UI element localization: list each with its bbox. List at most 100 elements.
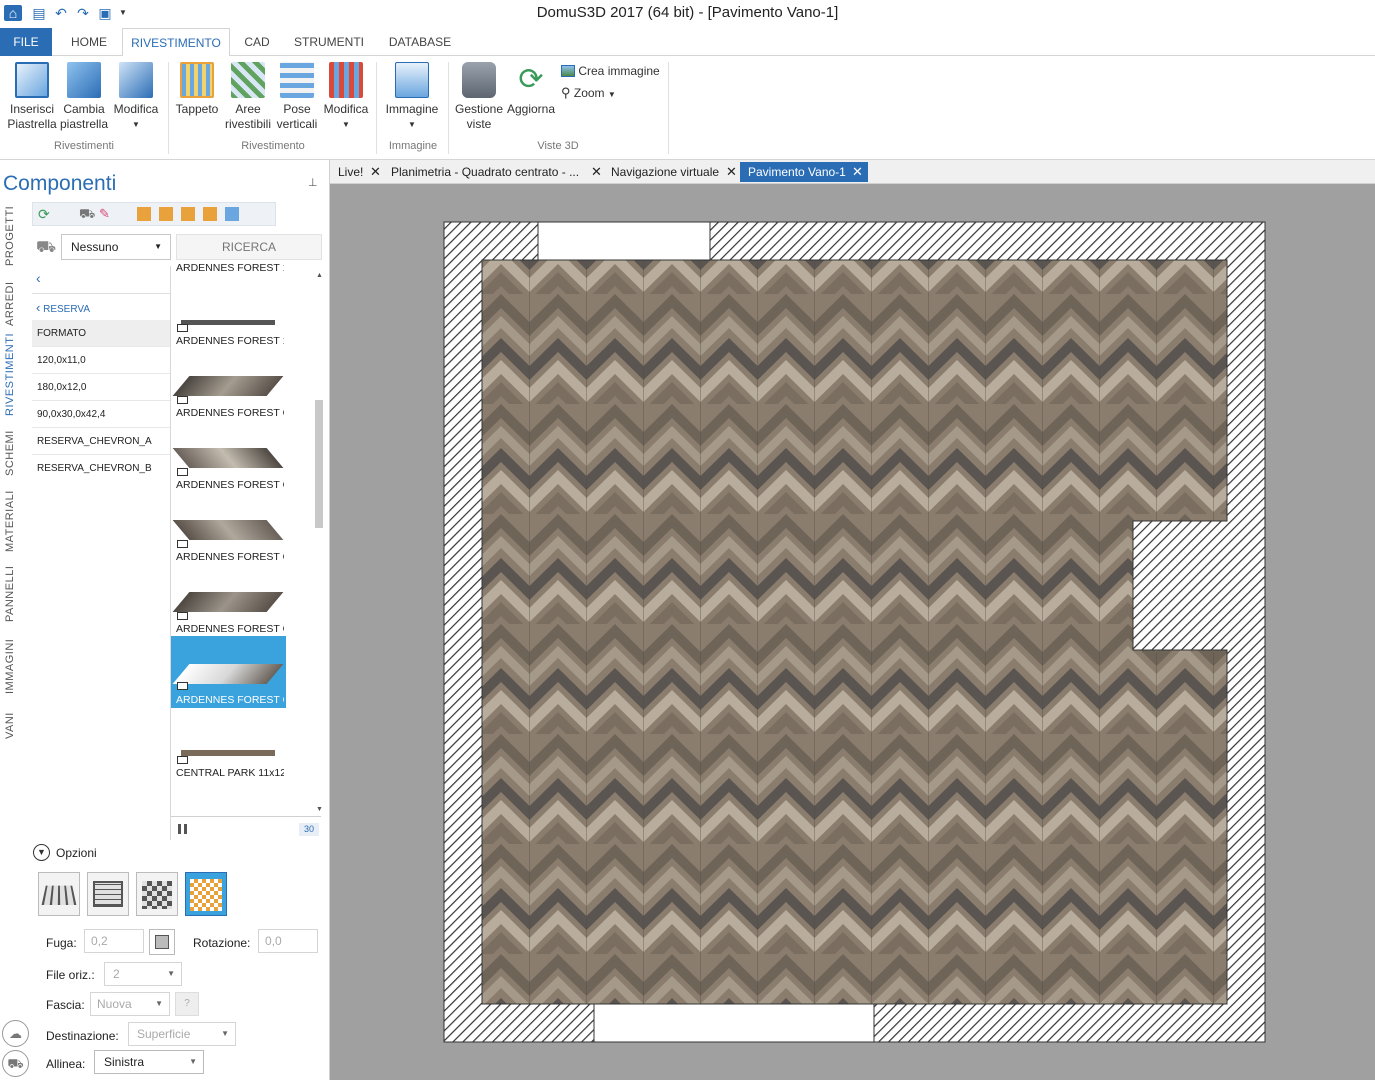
room-layout-option[interactable] [87, 872, 129, 916]
aree-rivestibili-button[interactable]: Aree rivestibili [222, 60, 274, 132]
doc-tab-planimetria[interactable]: Planimetria - Quadrato centrato - ... ✕ [383, 162, 603, 182]
crea-immagine-button[interactable]: Crea immagine [561, 62, 660, 80]
panel-title: Componenti [3, 172, 117, 195]
eraser-icon[interactable]: ✎ [99, 206, 110, 222]
chevron-down-icon: ▼ [408, 120, 416, 129]
zoom-button[interactable]: ⚲ Zoom ▼ [561, 84, 616, 102]
list-item[interactable]: 180,0x12,0 [32, 374, 170, 401]
tile-thumb[interactable]: ARDENNES FOREST C [171, 356, 286, 428]
tab-file[interactable]: FILE [0, 28, 52, 56]
destinazione-select[interactable]: Superficie ▼ [128, 1022, 236, 1046]
scroll-up-icon[interactable]: ▲ [316, 272, 323, 279]
tile-tool-icon[interactable] [137, 207, 151, 221]
close-icon[interactable]: ✕ [726, 162, 737, 182]
vtab-vani[interactable]: VANI [4, 710, 28, 742]
tappeto-button[interactable]: Tappeto [172, 60, 222, 117]
tile-copy-icon[interactable] [181, 207, 195, 221]
immagine-button[interactable]: Immagine ▼ [382, 60, 442, 132]
vtab-rivestimenti[interactable]: RIVESTIMENTI [4, 333, 28, 416]
ribbon-panel: Inserisci Piastrella Cambia piastrella M… [0, 56, 1375, 160]
scroll-down-icon[interactable]: ▼ [316, 806, 323, 813]
modifica-rivestimenti-button[interactable]: Modifica ▼ [110, 60, 162, 132]
fuga-label: Fuga: [46, 936, 77, 950]
tile-edit-icon[interactable] [159, 207, 173, 221]
list-item[interactable]: 120,0x11,0 [32, 347, 170, 374]
modifica-rivestimento-button[interactable]: Modifica ▼ [320, 60, 372, 132]
rotazione-input[interactable]: 0,0 [258, 929, 318, 953]
vtab-materiali[interactable]: MATERIALI [4, 490, 28, 552]
chevron-down-icon: ▼ [167, 969, 175, 978]
tile-thumb[interactable]: ARDENNES FOREST C [171, 428, 286, 500]
mixed-pattern-icon [190, 879, 222, 911]
scrollbar-thumb[interactable] [315, 400, 323, 528]
vtab-arredi[interactable]: ARREDI [4, 281, 28, 326]
close-icon[interactable]: ✕ [852, 162, 863, 182]
tab-home[interactable]: HOME [60, 28, 118, 56]
tile-preview [172, 664, 284, 684]
floor-viewport[interactable] [330, 184, 1375, 1080]
list-item[interactable]: 90,0x30,0x42,4 [32, 401, 170, 428]
tile-thumb-selected[interactable]: ARDENNES FOREST C [171, 636, 286, 708]
fuga-input[interactable]: 0,2 [84, 929, 144, 953]
group-separator [668, 62, 669, 154]
tile-thumb[interactable]: CENTRAL PARK 11x12 [171, 716, 286, 788]
color-swatch-icon [155, 935, 169, 949]
vtab-progetti[interactable]: PROGETTI [4, 206, 28, 266]
rotazione-label: Rotazione: [193, 936, 251, 950]
breadcrumb[interactable]: ‹ RESERVA [36, 300, 90, 315]
cart-icon[interactable]: ⛟ [79, 206, 95, 224]
close-icon[interactable]: ✕ [370, 162, 381, 182]
pose-verticali-button[interactable]: Pose verticali [272, 60, 322, 132]
file-oriz-select[interactable]: 2 ▼ [104, 962, 182, 986]
inserisci-piastrella-button[interactable]: Inserisci Piastrella [4, 60, 60, 132]
collapse-options-icon[interactable]: ▼ [33, 844, 50, 861]
vtab-pannelli[interactable]: PANNELLI [4, 566, 28, 622]
fuga-color-button[interactable] [149, 929, 175, 955]
tab-strumenti[interactable]: STRUMENTI [286, 28, 372, 56]
chevron-down-icon: ▼ [607, 90, 616, 99]
gestione-viste-button[interactable]: Gestione viste [452, 60, 506, 132]
group-separator [448, 62, 449, 154]
fascia-help-button[interactable]: ? [175, 992, 199, 1016]
doc-tab-pavimento[interactable]: Pavimento Vano-1 ✕ [740, 162, 868, 182]
close-icon[interactable]: ✕ [591, 162, 602, 182]
destinazione-label: Destinazione: [46, 1029, 119, 1043]
tab-cad[interactable]: CAD [236, 28, 278, 56]
tile-thumb[interactable]: ARDENNES FOREST C [171, 500, 286, 572]
pin-icon[interactable]: ⊥ [308, 176, 318, 189]
tile-preview [172, 592, 284, 612]
tile-thumb[interactable]: ARDENNES FOREST C [171, 572, 286, 644]
tile-view-icon[interactable] [225, 207, 239, 221]
aggiorna-button[interactable]: ⟳ Aggiorna [504, 60, 558, 117]
tab-rivestimento[interactable]: RIVESTIMENTO [122, 28, 230, 57]
grid-view-icon[interactable] [178, 824, 190, 834]
coverable-areas-icon [231, 62, 265, 98]
doc-tab-live[interactable]: Live! ✕ [330, 162, 382, 182]
list-item[interactable]: RESERVA_CHEVRON_A [32, 428, 170, 455]
allinea-select[interactable]: Sinistra ▼ [94, 1050, 204, 1074]
mixed-layout-option[interactable] [185, 872, 227, 916]
cloud-icon[interactable]: ☁ [2, 1020, 29, 1047]
pattern-layout-option[interactable] [136, 872, 178, 916]
cart-select[interactable]: Nessuno ▼ [61, 234, 171, 260]
vtab-immagini[interactable]: IMMAGINI [4, 638, 28, 694]
floor-plan-drawing[interactable] [330, 184, 1375, 1080]
cart-round-icon[interactable]: ⛟ [2, 1050, 29, 1077]
magnifier-icon: ⚲ [561, 85, 571, 100]
list-item[interactable]: RESERVA_CHEVRON_B [32, 455, 170, 482]
divider [171, 816, 321, 817]
tile-preview [181, 750, 275, 756]
refresh-icon[interactable]: ⟳ [38, 206, 50, 223]
tile-add-icon[interactable] [203, 207, 217, 221]
tile-type-icon [177, 324, 188, 332]
cambia-piastrella-button[interactable]: Cambia piastrella [58, 60, 110, 132]
vtab-schemi[interactable]: SCHEMI [4, 430, 28, 476]
chevron-down-icon: ▼ [155, 999, 163, 1008]
doc-tab-navigazione[interactable]: Navigazione virtuale ✕ [603, 162, 740, 182]
floor-layout-option[interactable] [38, 872, 80, 916]
fascia-label: Fascia: [46, 998, 85, 1012]
fascia-select[interactable]: Nuova ▼ [90, 992, 170, 1016]
back-icon[interactable]: ‹ [36, 270, 41, 286]
tab-database[interactable]: DATABASE [380, 28, 460, 56]
tile-thumb[interactable]: ARDENNES FOREST 1. [171, 284, 286, 356]
